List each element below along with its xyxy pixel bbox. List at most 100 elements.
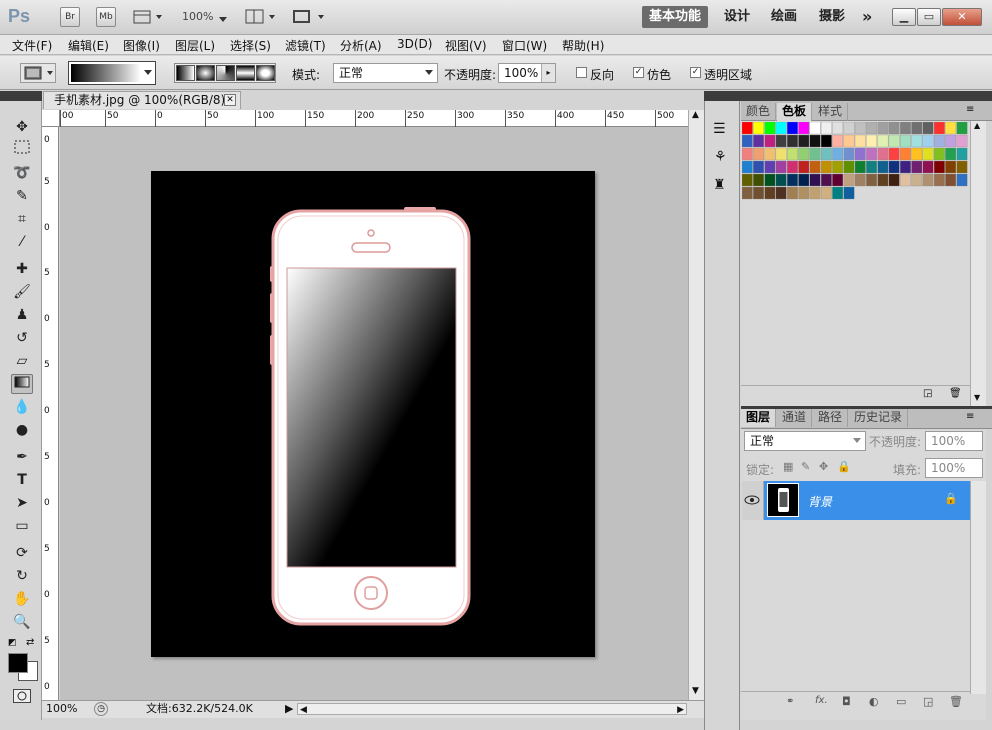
swatch[interactable] <box>798 186 810 200</box>
swatch[interactable] <box>753 173 764 187</box>
fill-input[interactable]: 100% <box>925 458 983 478</box>
gradient-tool-icon[interactable] <box>11 374 33 394</box>
opacity-slider-arrow[interactable]: ▸ <box>541 64 555 82</box>
mode-select[interactable]: 正常 <box>333 63 438 83</box>
reverse-checkbox[interactable] <box>576 67 587 78</box>
scroll-down-arrow[interactable]: ▼ <box>974 393 980 402</box>
swatch[interactable] <box>911 147 923 161</box>
swatch[interactable] <box>843 147 855 161</box>
swatch[interactable] <box>945 147 957 161</box>
layer-visibility-toggle[interactable] <box>742 481 764 520</box>
new-swatch-icon[interactable]: ◲ <box>923 388 932 399</box>
swatch-grid[interactable] <box>742 122 971 212</box>
layer-row-background[interactable]: 背景 🔒 <box>764 481 970 520</box>
swatch[interactable] <box>843 186 855 200</box>
menu-file[interactable]: 文件(F) <box>12 37 52 54</box>
diamond-gradient-button[interactable] <box>256 65 275 81</box>
horizontal-scrollbar[interactable]: ◀ ▶ <box>297 703 687 715</box>
rectangle-tool-icon[interactable]: ▭ <box>11 516 33 536</box>
swatch[interactable] <box>775 147 787 161</box>
swatch[interactable] <box>854 173 866 187</box>
swatch[interactable] <box>753 147 764 161</box>
swatch[interactable] <box>832 173 844 187</box>
type-tool-icon[interactable]: T <box>11 470 33 490</box>
tool-preset-picker[interactable] <box>20 63 56 83</box>
swatch[interactable] <box>877 173 889 187</box>
new-group-icon[interactable]: ▭ <box>896 695 906 708</box>
status-preview-icon[interactable]: ◷ <box>94 702 108 716</box>
swatch[interactable] <box>742 160 753 174</box>
menu-view[interactable]: 视图(V) <box>445 37 487 54</box>
swatch[interactable] <box>809 122 821 135</box>
swatch[interactable] <box>832 122 844 135</box>
swatch[interactable] <box>922 147 934 161</box>
delete-layer-icon[interactable]: 🗑 <box>949 695 963 708</box>
swatch[interactable] <box>877 134 889 148</box>
radial-gradient-button[interactable] <box>196 65 215 81</box>
swatch[interactable] <box>764 134 776 148</box>
arrange-documents-dropdown[interactable] <box>245 9 277 25</box>
tab-history[interactable]: 历史记录 <box>849 409 909 427</box>
more-workspaces-button[interactable]: » <box>855 6 879 28</box>
status-menu-arrow[interactable]: ▶ <box>285 701 293 717</box>
swatch[interactable] <box>742 134 753 148</box>
lasso-tool-icon[interactable]: ➰ <box>11 163 33 183</box>
swatch[interactable] <box>877 147 889 161</box>
swatch[interactable] <box>787 173 798 187</box>
minimize-button[interactable]: ▁ <box>892 8 916 26</box>
swatch[interactable] <box>945 134 957 148</box>
layer-mask-icon[interactable]: ◘ <box>842 695 851 708</box>
swatch[interactable] <box>753 122 764 135</box>
swatch[interactable] <box>922 134 934 148</box>
swatch[interactable] <box>809 186 821 200</box>
swatch[interactable] <box>764 122 776 135</box>
swatch[interactable] <box>742 173 753 187</box>
mini-bridge-button[interactable]: Mb <box>96 7 116 27</box>
close-document-icon[interactable]: ✕ <box>224 94 236 106</box>
opacity-input[interactable]: 100% ▸ <box>498 63 556 83</box>
swatch[interactable] <box>922 173 934 187</box>
vertical-scrollbar[interactable]: ▲ ▼ <box>688 110 704 700</box>
swatch[interactable] <box>933 134 945 148</box>
swatch[interactable] <box>832 134 844 148</box>
layers-scrollbar[interactable] <box>970 481 986 694</box>
lock-position-icon[interactable]: ✥ <box>819 460 828 473</box>
layer-name[interactable]: 背景 <box>808 493 832 510</box>
menu-edit[interactable]: 编辑(E) <box>68 37 109 54</box>
swap-colors-icon[interactable]: ⇄ <box>26 637 34 648</box>
swatch[interactable] <box>820 173 832 187</box>
layers-panel-menu-icon[interactable]: ≡ <box>966 411 974 422</box>
brush-panel-icon[interactable]: ⚘ <box>714 149 727 165</box>
swatch[interactable] <box>854 134 866 148</box>
document-tab[interactable]: 手机素材.jpg @ 100%(RGB/8) * ✕ <box>43 91 241 109</box>
swatch[interactable] <box>877 160 889 174</box>
new-layer-icon[interactable]: ◲ <box>923 695 933 708</box>
dither-checkbox[interactable]: ✓ <box>633 67 644 78</box>
swatch[interactable] <box>764 173 776 187</box>
swatch[interactable] <box>888 122 900 135</box>
swatch[interactable] <box>900 160 911 174</box>
menu-select[interactable]: 选择(S) <box>230 37 271 54</box>
swatch[interactable] <box>843 122 855 135</box>
swatch[interactable] <box>775 134 787 148</box>
swatch[interactable] <box>787 147 798 161</box>
swatch[interactable] <box>798 134 810 148</box>
path-selection-tool-icon[interactable]: ➤ <box>11 493 33 513</box>
3d-rotate-tool-icon[interactable]: ⟳ <box>11 543 33 563</box>
workspace-photography[interactable]: 摄影 <box>812 6 852 28</box>
ruler-origin[interactable] <box>42 110 60 127</box>
swatch[interactable] <box>900 173 911 187</box>
foreground-color-swatch[interactable] <box>8 653 28 673</box>
swatch[interactable] <box>764 186 776 200</box>
swatch[interactable] <box>798 122 810 135</box>
swatch[interactable] <box>922 122 934 135</box>
maximize-button[interactable]: ▭ <box>917 8 941 26</box>
swatch[interactable] <box>787 134 798 148</box>
layer-style-icon[interactable]: fx. <box>815 695 828 706</box>
view-extras-dropdown[interactable] <box>133 9 163 25</box>
swatch[interactable] <box>866 147 877 161</box>
bridge-button[interactable]: Br <box>60 7 80 27</box>
menu-help[interactable]: 帮助(H) <box>562 37 604 54</box>
reflected-gradient-button[interactable] <box>236 65 255 81</box>
default-colors-icon[interactable]: ◩ <box>8 638 17 648</box>
